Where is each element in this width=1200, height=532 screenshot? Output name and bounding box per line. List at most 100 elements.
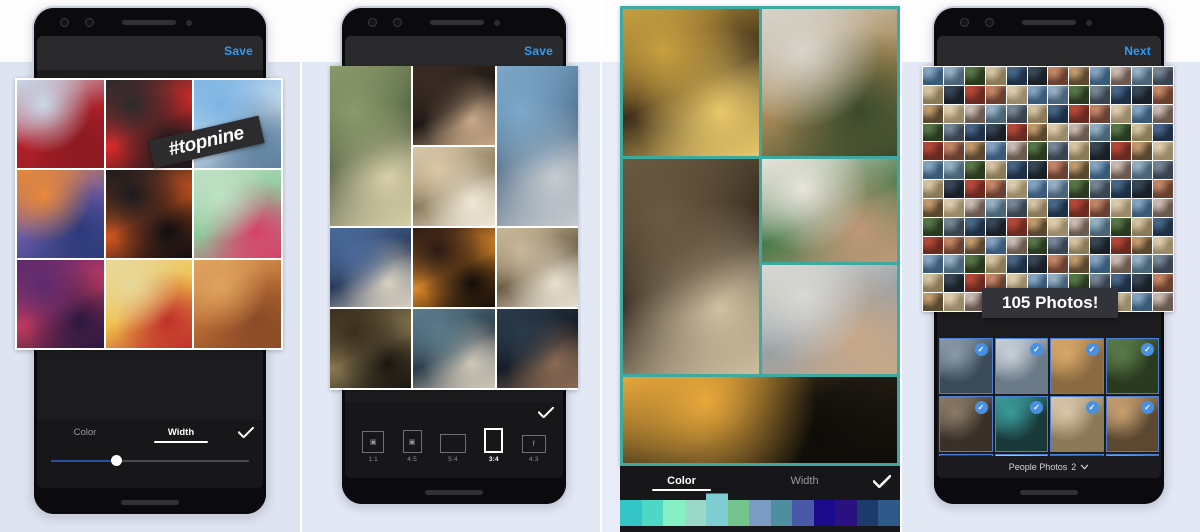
collage-photo-cell[interactable] (1090, 85, 1111, 104)
collage-photo-cell[interactable] (1069, 142, 1090, 161)
check-icon[interactable]: ✓ (1085, 343, 1099, 356)
collage-photo-friends-on-steps[interactable] (496, 66, 578, 226)
collage-photo-girl-with-coffee-cup[interactable] (623, 159, 759, 374)
collage-photo-two-friends-outdoors[interactable] (330, 66, 412, 226)
collage-photo-two-women-bench[interactable] (413, 309, 495, 388)
collage-photo-cell[interactable] (985, 236, 1006, 255)
collage-photo-cell[interactable] (1111, 142, 1132, 161)
collage-photo-cell[interactable] (1069, 67, 1090, 85)
collage-photo-cell[interactable] (1006, 236, 1027, 255)
collage-photo-cell[interactable] (964, 217, 985, 236)
collage-photo-cell[interactable] (985, 67, 1006, 85)
collage-photo-cell[interactable] (964, 85, 985, 104)
collage-photo-cell[interactable] (1027, 255, 1048, 274)
collage-photo-cell[interactable] (1153, 255, 1173, 274)
collage-photo-cell[interactable] (964, 180, 985, 198)
tab-width[interactable]: Width (743, 466, 866, 487)
collage-photo-cell[interactable] (1048, 67, 1069, 85)
collage-photo-cell[interactable] (1090, 217, 1111, 236)
collage-photo-cell[interactable] (1048, 104, 1069, 123)
next-button[interactable]: Next (1124, 44, 1151, 58)
picker-cell-selfie-pair[interactable]: ✓ (939, 338, 993, 395)
collage-photo-cell[interactable] (923, 236, 943, 255)
color-swatch-8[interactable] (792, 500, 814, 526)
collage-photo-cell[interactable] (985, 217, 1006, 236)
collage-photo-cell[interactable] (985, 123, 1006, 142)
collage-photo-cell[interactable] (1132, 198, 1153, 217)
collage-photo-cell[interactable] (1132, 217, 1153, 236)
collage-photo-sparkler-hoodie[interactable] (413, 228, 495, 307)
check-icon[interactable]: ✓ (1030, 401, 1043, 415)
collage-preview-4[interactable] (922, 66, 1174, 312)
collage-photo-cell[interactable] (985, 198, 1006, 217)
collage-photo-cell[interactable] (1069, 236, 1090, 255)
collage-photo-cell[interactable] (1048, 236, 1069, 255)
collage-photo-cell[interactable] (1153, 161, 1173, 180)
collage-photo-cell[interactable] (1027, 236, 1048, 255)
collage-photo-cell[interactable] (1153, 123, 1173, 142)
slider-thumb[interactable] (111, 455, 123, 466)
collage-photo-cell[interactable] (943, 85, 964, 104)
color-swatch-0[interactable] (620, 500, 642, 526)
collage-photo-antelope-canyon[interactable] (194, 260, 281, 348)
collage-photo-cell[interactable] (943, 104, 964, 123)
check-icon[interactable]: ✓ (974, 401, 988, 415)
collage-photo-cell[interactable] (1090, 104, 1111, 123)
collage-photo-cell[interactable] (1069, 217, 1090, 236)
collage-photo-cell[interactable] (1132, 104, 1153, 123)
collage-photo-cell[interactable] (1090, 180, 1111, 198)
collage-photo-cell[interactable] (943, 161, 964, 180)
collage-photo-cell[interactable] (1153, 104, 1173, 123)
collage-photo-cell[interactable] (1006, 217, 1027, 236)
collage-photo-cell[interactable] (1027, 142, 1048, 161)
album-selector[interactable]: People Photos 2 (937, 456, 1161, 478)
collage-photo-cell[interactable] (1027, 123, 1048, 142)
collage-photo-cell[interactable] (1090, 161, 1111, 180)
collage-photo-cell[interactable] (1027, 85, 1048, 104)
collage-photo-cell[interactable] (1069, 104, 1090, 123)
collage-photo-cell[interactable] (1111, 85, 1132, 104)
collage-photo-cell[interactable] (923, 85, 943, 104)
collage-photo-cell[interactable] (985, 180, 1006, 198)
collage-photo-cell[interactable] (1006, 123, 1027, 142)
collage-photo-cell[interactable] (943, 180, 964, 198)
collage-photo-cell[interactable] (1153, 180, 1173, 198)
color-swatch-12[interactable] (878, 500, 900, 526)
collage-photo-cell[interactable] (1111, 198, 1132, 217)
collage-photo-cell[interactable] (964, 198, 985, 217)
collage-photo-cell[interactable] (964, 236, 985, 255)
collage-photo-cell[interactable] (1090, 236, 1111, 255)
collage-photo-cell[interactable] (1090, 198, 1111, 217)
collage-photo-cell[interactable] (1111, 180, 1132, 198)
collage-photo-cell[interactable] (923, 161, 943, 180)
collage-photo-cell[interactable] (923, 123, 943, 142)
collage-photo-cell[interactable] (1048, 85, 1069, 104)
collage-photo-cell[interactable] (1132, 236, 1153, 255)
collage-photo-cell[interactable] (943, 236, 964, 255)
collage-photo-cell[interactable] (943, 293, 964, 311)
collage-preview-3[interactable] (620, 6, 900, 466)
collage-photo-cell[interactable] (1006, 67, 1027, 85)
check-icon[interactable]: ✓ (974, 343, 988, 356)
collage-photo-cell[interactable] (1027, 161, 1048, 180)
collage-photo-cell[interactable] (1027, 180, 1048, 198)
color-swatch-9[interactable] (813, 500, 836, 526)
collage-photo-cell[interactable] (964, 67, 985, 85)
check-icon[interactable]: ✓ (1085, 401, 1099, 415)
collage-photo-cell[interactable] (1111, 67, 1132, 85)
check-icon[interactable]: ✓ (1141, 401, 1154, 415)
collage-photo-cell[interactable] (1090, 142, 1111, 161)
collage-photo-cell[interactable] (943, 274, 964, 293)
aspect-ratio-4-5[interactable]: ▣ 4:5 (402, 430, 422, 463)
aspect-ratio-3-4[interactable]: 3:4 (484, 428, 504, 463)
collage-photo-cell[interactable] (1111, 255, 1132, 274)
collage-photo-cell[interactable] (1132, 293, 1153, 311)
save-button[interactable]: Save (524, 44, 553, 58)
collage-photo-dog-on-deck[interactable] (330, 309, 412, 388)
collage-photo-cell[interactable] (1132, 274, 1153, 293)
collage-photo-couple-at-bar[interactable] (413, 66, 495, 145)
collage-photo-hands-holding-coffee[interactable] (413, 147, 495, 226)
collage-photo-purple-lake-pier[interactable] (17, 260, 104, 348)
collage-photo-poppy-field-sunset[interactable] (105, 260, 193, 348)
collage-photo-cell[interactable] (1069, 161, 1090, 180)
